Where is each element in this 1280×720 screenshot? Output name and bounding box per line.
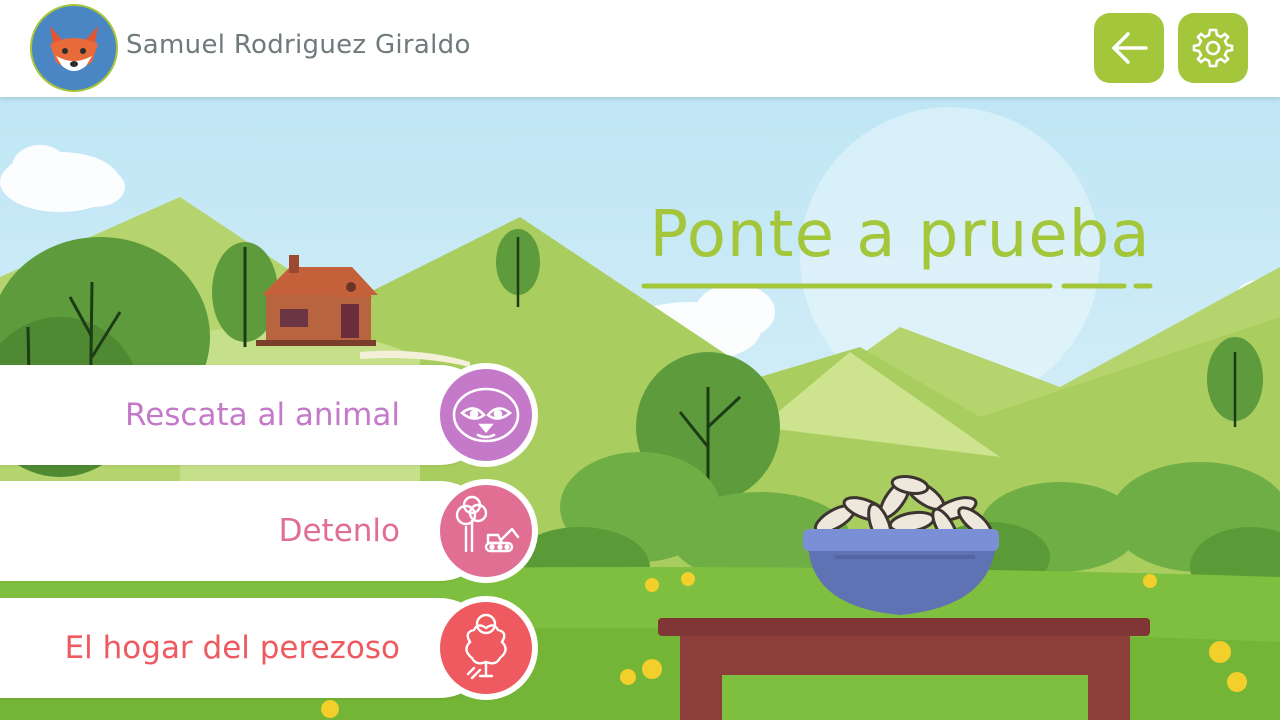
tree-bulldozer-icon <box>455 495 520 553</box>
settings-button[interactable] <box>1178 13 1248 83</box>
arrow-left-icon <box>1112 32 1148 64</box>
menu-item-hogar[interactable]: El hogar del perezoso <box>0 596 540 700</box>
title-underline <box>641 283 1153 289</box>
menu-label: Detenlo <box>278 513 400 549</box>
page-title: Ponte a prueba <box>640 198 1160 272</box>
menu-item-detenlo[interactable]: Detenlo <box>0 479 540 583</box>
sloth-in-tree-icon <box>465 613 507 680</box>
fox-avatar-icon[interactable] <box>30 4 118 92</box>
back-button[interactable] <box>1094 13 1164 83</box>
menu-icon-badge <box>434 363 538 467</box>
menu-label: El hogar del perezoso <box>64 630 400 666</box>
username: Samuel Rodriguez Giraldo <box>126 30 471 60</box>
page-title-text: Ponte a prueba <box>649 198 1151 272</box>
menu-label: Rescata al animal <box>125 397 400 433</box>
gear-icon <box>1192 28 1234 68</box>
menu-bar <box>0 481 490 581</box>
sloth-face-icon <box>452 387 520 443</box>
menu-item-rescata[interactable]: Rescata al animal <box>0 363 540 467</box>
top-bar: Samuel Rodriguez Giraldo <box>0 0 1280 97</box>
menu-icon-badge <box>434 596 538 700</box>
menu-icon-badge <box>434 479 538 583</box>
